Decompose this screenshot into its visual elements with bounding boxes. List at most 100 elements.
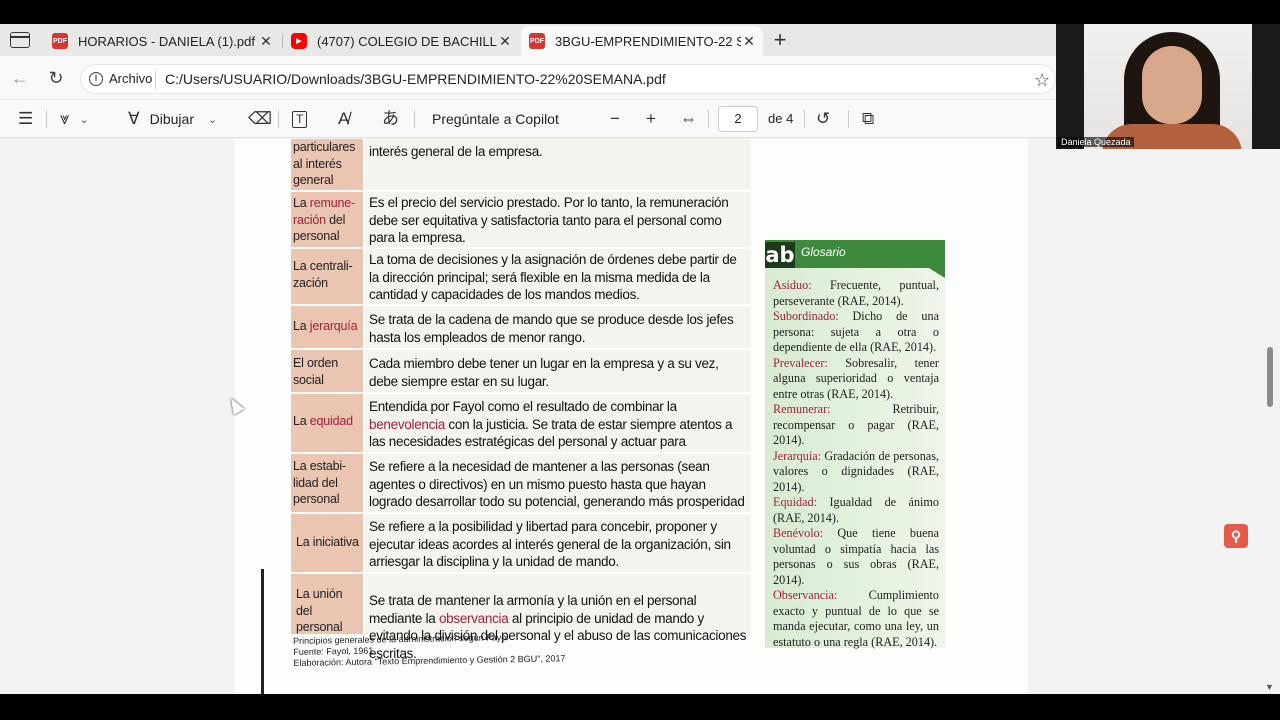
table-row: La centrali-zación La toma de decisiones… xyxy=(291,249,751,304)
glossary-title: Glosario xyxy=(801,245,846,259)
tab-title: HORARIOS - DANIELA (1).pdf xyxy=(78,33,255,49)
principle-name: particulares al interés general xyxy=(291,139,363,190)
table-row: El orden social Cada miembro debe tener … xyxy=(291,350,751,392)
toolbar-divider xyxy=(804,110,805,128)
glossary-header: ab Glosario xyxy=(765,240,945,278)
principle-name: La centrali-zación xyxy=(291,249,363,304)
back-arrow-icon[interactable]: ← xyxy=(10,68,30,88)
toolbar-divider xyxy=(278,110,279,128)
close-icon[interactable]: ✕ xyxy=(258,33,274,50)
new-tab-button[interactable]: + xyxy=(770,29,790,51)
glossary-entry: Prevalecer: Sobresalir, tener alguna sup… xyxy=(773,355,939,401)
draw-label: Dibujar xyxy=(149,111,194,127)
page-view-icon[interactable]: ⧉ xyxy=(862,108,874,130)
top-black-bar xyxy=(0,0,1280,24)
table-row: La iniciativa Se refiere a la posibilida… xyxy=(291,514,751,572)
toolbar-divider xyxy=(708,110,709,128)
glossary-badge: ab xyxy=(765,242,795,268)
translate-icon[interactable]: あ xyxy=(382,108,399,130)
refresh-icon[interactable]: ↻ xyxy=(46,68,66,88)
close-icon[interactable]: ✕ xyxy=(497,33,513,50)
star-icon[interactable]: ☆ xyxy=(1034,70,1050,91)
youtube-icon: ▶ xyxy=(291,33,307,49)
close-icon[interactable]: ✕ xyxy=(741,33,757,50)
principle-description: interés general de la empresa. xyxy=(365,139,751,190)
glossary-entry: Benévolo: Que tiene buena voluntad o sim… xyxy=(773,526,939,587)
draw-button[interactable]: ∀ Dibujar ⌄ xyxy=(128,108,217,130)
table-row: La remune-ración del personal Es el prec… xyxy=(291,192,751,247)
glossary-entries: Asiduo: Frecuente, puntual, perseverante… xyxy=(773,278,939,650)
table-row: La jerarquía Se trata de la cadena de ma… xyxy=(291,306,751,348)
principle-description: Se trata de mantener la armonía y la uni… xyxy=(365,574,751,661)
table-caption: Principios generales de la administració… xyxy=(293,632,566,668)
tab-youtube[interactable]: ▶ (4707) COLEGIO DE BACHILLERAT ✕ xyxy=(283,26,519,56)
principle-description: Es el precio del servicio prestado. Por … xyxy=(365,192,751,247)
webcam-overlay: Daniela Quezada xyxy=(1056,24,1280,149)
tab-title: 3BGU-EMPRENDIMIENTO-22 SEM xyxy=(555,33,741,49)
site-chip[interactable]: Archivo xyxy=(109,71,152,86)
pdf-viewer[interactable]: particulares al interés general interés … xyxy=(0,139,1262,694)
tab-actions-icon[interactable] xyxy=(10,32,30,48)
principle-description: Se refiere a la necesidad de mantener a … xyxy=(365,454,751,527)
principle-description: Se trata de la cadena de mando que se pr… xyxy=(365,306,751,348)
read-aloud-icon[interactable]: A̸ xyxy=(338,108,349,130)
tab-emprendimiento[interactable]: PDF 3BGU-EMPRENDIMIENTO-22 SEM ✕ xyxy=(521,26,763,56)
principle-name: El orden social xyxy=(291,350,363,392)
page-number-input[interactable]: 2 xyxy=(718,106,758,132)
table-row: La equidad Entendida por Fayol como el r… xyxy=(291,394,751,467)
glossary-entry: Asiduo: Frecuente, puntual, perseverante… xyxy=(773,278,939,308)
fit-width-icon[interactable]: ⇔ xyxy=(680,108,697,130)
rotate-icon[interactable]: ↺ xyxy=(816,108,830,130)
glossary-entry: Equidad: Igualdad de ánimo (RAE, 2014). xyxy=(773,495,939,525)
glossary-entry: Observancia: Cumplimiento exacto y puntu… xyxy=(773,588,939,649)
person-face xyxy=(1142,46,1202,124)
webcam-video xyxy=(1084,24,1252,149)
text-box-icon[interactable]: T xyxy=(292,108,308,130)
toolbar-divider xyxy=(414,110,415,128)
zoom-out-icon[interactable]: − xyxy=(610,108,620,130)
chevron-down-icon: ⌄ xyxy=(208,113,218,126)
pdf-icon: PDF xyxy=(52,33,68,49)
pen-icon: ∀ xyxy=(128,109,140,128)
glossary-entry: Subordinado: Dicho de una persona: sujet… xyxy=(773,309,939,354)
glossary-entry: Remunerar: Retribuir, recompensar o paga… xyxy=(773,402,939,447)
scroll-down-icon[interactable]: ▼ xyxy=(1265,682,1274,692)
glossary-entry: Jerarquía: Gradación de personas, valore… xyxy=(773,448,939,494)
tab-horarios[interactable]: PDF HORARIOS - DANIELA (1).pdf ✕ xyxy=(44,26,280,56)
principle-description: La toma de decisiones y la asignación de… xyxy=(365,249,751,304)
page-count: de 4 xyxy=(768,111,794,126)
address-bar[interactable]: i Archivo C:/Users/USUARIO/Downloads/3BG… xyxy=(80,64,1056,94)
tab-title: (4707) COLEGIO DE BACHILLERAT xyxy=(317,33,497,49)
highlight-icon[interactable]: ⩔ ⌄ xyxy=(60,108,89,130)
principle-name: La iniciativa xyxy=(291,514,363,572)
info-icon[interactable]: i xyxy=(89,72,103,86)
acrobat-icon[interactable]: ⚲ xyxy=(1224,524,1248,548)
pdf-icon: PDF xyxy=(529,33,545,49)
principle-name: La estabi-lidad del personal xyxy=(291,454,363,512)
bottom-black-bar xyxy=(0,694,1280,720)
principle-name: La unión del personal xyxy=(291,574,363,634)
copilot-button[interactable]: Pregúntale a Copilot xyxy=(432,108,559,130)
principle-description: Se refiere a la posibilidad y libertad p… xyxy=(365,514,751,572)
toolbar-divider xyxy=(46,110,47,128)
eraser-icon[interactable]: ⌫ xyxy=(248,108,272,130)
contents-list-icon[interactable]: ☰ xyxy=(18,108,33,130)
glossary-box: ab Glosario Asiduo: Frecuente, puntual, … xyxy=(765,240,945,650)
principle-name: La jerarquía xyxy=(291,306,363,348)
toolbar-divider xyxy=(848,110,849,128)
chip-divider xyxy=(155,71,156,89)
principle-name: La remune-ración del personal xyxy=(291,192,363,247)
principle-name: La equidad xyxy=(291,394,363,452)
page-edge-shadow xyxy=(261,569,264,694)
url-text[interactable]: C:/Users/USUARIO/Downloads/3BGU-EMPRENDI… xyxy=(165,71,666,87)
scrollbar-thumb[interactable] xyxy=(1267,347,1273,407)
principle-description: Entendida por Fayol como el resultado de… xyxy=(365,394,751,467)
zoom-in-icon[interactable]: + xyxy=(646,108,656,130)
participant-name: Daniela Quezada xyxy=(1058,137,1134,147)
table-row: La unión del personal Se trata de manten… xyxy=(291,574,751,661)
table-row: particulares al interés general interés … xyxy=(291,139,751,190)
principle-description: Cada miembro debe tener un lugar en la e… xyxy=(365,350,751,392)
pdf-page: particulares al interés general interés … xyxy=(235,139,1028,694)
table-row: La estabi-lidad del personal Se refiere … xyxy=(291,454,751,527)
vertical-scrollbar[interactable]: ▲ ▼ xyxy=(1262,139,1280,694)
